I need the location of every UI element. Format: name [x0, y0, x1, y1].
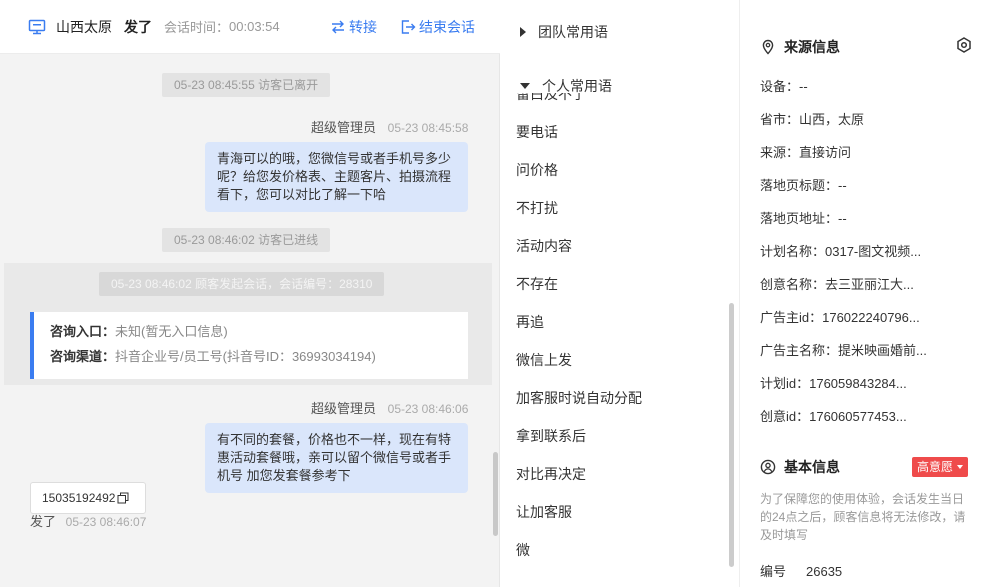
transfer-icon	[332, 20, 344, 34]
intent-label: 高意愿	[917, 460, 954, 474]
phrases-pane: 团队常用语 个人常用语 留白及不了 要电话 问价格 不打扰 活动内容 不存在 再…	[500, 0, 740, 587]
customer-id-label: 编号	[760, 564, 787, 579]
app-root: 山西太原 发了 会话时间： 00:03:54 转接 结束会话 05-23 08:…	[0, 0, 989, 587]
message-time: 05-23 08:46:06	[387, 402, 469, 416]
consult-channel-value: 抖音企业号/员工号(抖音号ID：36993034194)	[115, 349, 376, 364]
message-line: 机号 加您发套餐参考下	[217, 468, 351, 483]
sender-name: 超级管理员	[311, 120, 377, 135]
session-time-label: 会话时间：	[164, 20, 230, 35]
phrase-item[interactable]: 问价格	[516, 160, 558, 180]
consult-entry-value: 未知(暂无入口信息)	[115, 324, 228, 339]
agent-message-bubble: 有不同的套餐，价格也不一样，现在有特 惠活动套餐哦，亲可以留个微信号或者手 机号…	[205, 423, 468, 493]
customer-id-row: 编号 26635	[760, 561, 842, 580]
team-phrases-label: 团队常用语	[538, 24, 608, 40]
chat-pane: 山西太原 发了 会话时间： 00:03:54 转接 结束会话 05-23 08:…	[0, 0, 500, 587]
chat-header: 山西太原 发了 会话时间： 00:03:54 转接 结束会话	[0, 0, 500, 54]
sender-name: 发了	[30, 514, 57, 529]
source-origin: 来源：直接访问	[760, 145, 852, 160]
phrase-list[interactable]: 留白及不了 要电话 问价格 不打扰 活动内容 不存在 再追 微信上发 加客服时说…	[500, 93, 732, 587]
message-meta: 超级管理员 05-23 08:45:58	[311, 117, 468, 136]
phrase-item[interactable]: 拿到联系后	[516, 426, 586, 446]
phrase-item[interactable]: 不打扰	[516, 198, 558, 218]
agent-message-bubble: 青海可以的哦，您微信号或者手机号多少 呢？给您发价格表、主题客片、拍摄流程 看下…	[205, 142, 468, 212]
consult-channel-row: 咨询渠道：抖音企业号/员工号(抖音号ID：36993034194)	[50, 347, 468, 372]
phrase-item[interactable]: 要电话	[516, 122, 558, 142]
settings-icon[interactable]	[955, 36, 973, 54]
basic-info-header: 基本信息	[760, 457, 840, 477]
copy-icon[interactable]	[117, 492, 129, 504]
source-plan-name: 计划名称：0317-图文视频...	[760, 244, 922, 259]
source-info-header: 来源信息	[760, 37, 840, 57]
message-meta: 超级管理员 05-23 08:46:06	[311, 398, 468, 417]
team-phrases-group[interactable]: 团队常用语	[520, 22, 608, 42]
consult-info-card: 咨询入口：未知(暂无入口信息) 咨询渠道：抖音企业号/员工号(抖音号ID：369…	[30, 312, 468, 379]
phrase-item[interactable]: 加客服时说自动分配	[516, 388, 642, 408]
exit-icon	[401, 20, 416, 34]
source-device: 设备：--	[760, 79, 808, 94]
visitor-name: 发了	[124, 18, 152, 35]
message-time: 05-23 08:45:58	[387, 121, 469, 135]
visitor-location: 山西太原	[56, 18, 112, 35]
caret-right-icon	[520, 27, 526, 37]
phrase-item[interactable]: 对比再决定	[516, 464, 586, 484]
transfer-button[interactable]: 转接	[330, 17, 377, 37]
source-info-pane: 来源信息 设备：-- 省市：山西，太原 来源：直接访问 落地页标题：-- 落地页…	[740, 0, 989, 587]
message-line: 呢？给您发价格表、主题客片、拍摄流程	[217, 169, 452, 184]
message-line: 青海可以的哦，您微信号或者手机号多少	[217, 151, 452, 166]
consult-entry-row: 咨询入口：未知(暂无入口信息)	[50, 322, 468, 347]
edit-notice: 为了保障您的使用体验，会话发生当日的24点之后，顾客信息将无法修改，请及时填写	[760, 492, 966, 542]
system-message: 05-23 08:46:02 访客已进线	[162, 228, 331, 252]
monitor-icon	[28, 19, 46, 34]
phrase-scrollbar[interactable]	[729, 303, 734, 567]
consult-channel-label: 咨询渠道：	[50, 349, 116, 364]
message-line: 看下，您可以对比了解一下哈	[217, 187, 387, 202]
intent-dropdown[interactable]: 高意愿	[912, 457, 969, 477]
source-advertiser-name: 广告主名称：提米映画婚前...	[760, 343, 927, 358]
phrase-item[interactable]: 再追	[516, 312, 544, 332]
transfer-label: 转接	[349, 19, 377, 35]
visitor-message-phone[interactable]: 15035192492	[30, 482, 146, 514]
phrase-item[interactable]: 微	[516, 540, 530, 560]
source-landing-url: 落地页地址：--	[760, 211, 847, 226]
message-time: 05-23 08:46:07	[65, 515, 147, 529]
source-plan-id: 计划id：176059843284...	[760, 376, 907, 391]
caret-down-icon	[520, 83, 530, 89]
source-creative-id: 创意id：176060577453...	[760, 409, 907, 424]
system-message: 05-23 08:45:55 访客已离开	[162, 73, 331, 97]
phrase-item[interactable]: 活动内容	[516, 236, 572, 256]
consult-entry-label: 咨询入口：	[50, 324, 116, 339]
session-time-value: 00:03:54	[229, 19, 280, 34]
customer-id-value: 26635	[806, 564, 843, 579]
phrase-item[interactable]: 微信上发	[516, 350, 572, 370]
message-line: 有不同的套餐，价格也不一样，现在有特	[217, 432, 452, 447]
location-pin-icon	[762, 39, 774, 55]
phrase-item[interactable]: 让加客服	[516, 502, 572, 522]
source-creative-name: 创意名称：去三亚丽江大...	[760, 277, 914, 292]
user-circle-icon	[760, 459, 776, 475]
system-message: 05-23 08:46:02 顾客发起会话，会话编号：28310	[99, 272, 385, 296]
source-province: 省市：山西，太原	[760, 112, 865, 127]
phrase-item[interactable]: 不存在	[516, 274, 558, 294]
basic-info-title: 基本信息	[784, 459, 840, 475]
caret-down-icon	[957, 465, 964, 469]
phrase-item[interactable]: 留白及不了	[516, 93, 586, 104]
source-advertiser-id: 广告主id：176022240796...	[760, 310, 920, 325]
chat-scrollbar[interactable]	[493, 452, 498, 536]
phone-number: 15035192492	[42, 491, 116, 505]
sender-name: 超级管理员	[311, 401, 377, 416]
source-info-title: 来源信息	[784, 39, 840, 55]
source-landing-title: 落地页标题：--	[760, 178, 847, 193]
end-session-label: 结束会话	[419, 19, 475, 35]
end-session-button[interactable]: 结束会话	[400, 17, 475, 37]
message-line: 惠活动套餐哦，亲可以留个微信号或者手	[217, 450, 452, 465]
